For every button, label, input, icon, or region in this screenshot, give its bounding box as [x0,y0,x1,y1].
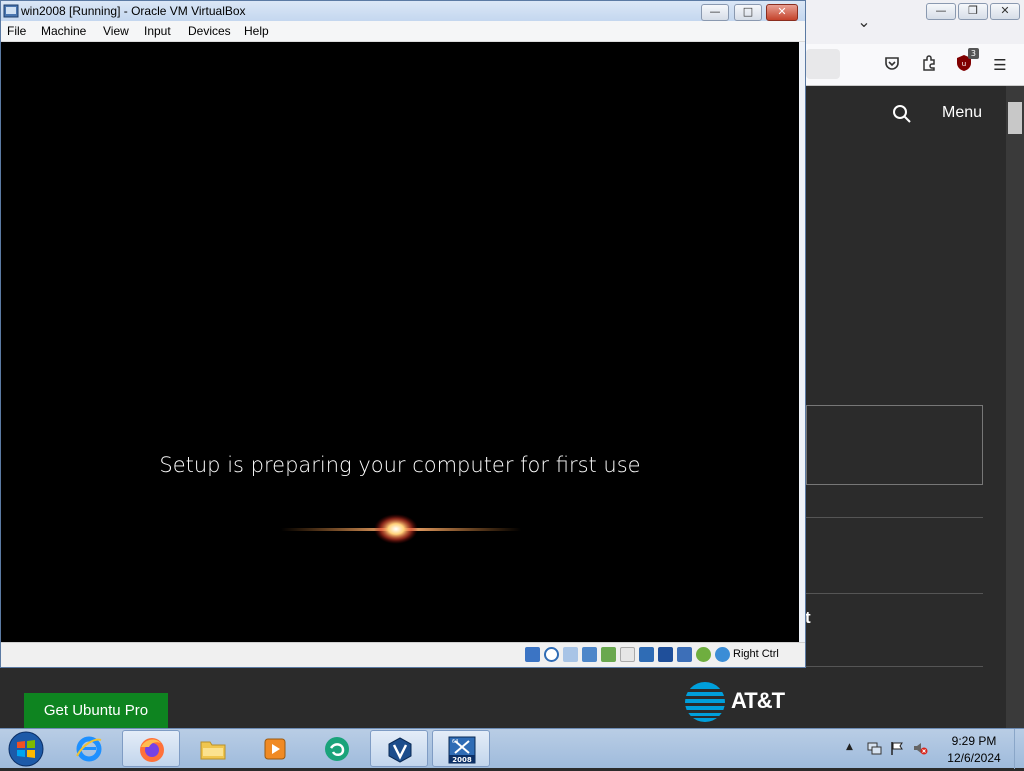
site-menu-link[interactable]: Menu [942,104,982,122]
firefox-icon [140,738,164,762]
usb-icon[interactable] [601,647,616,662]
media-player-icon [264,738,286,760]
volume-muted-icon[interactable] [912,740,928,756]
scrollbar-thumb[interactable] [1008,102,1022,134]
optical-drive-icon[interactable] [544,647,559,662]
ublock-badge-count: 3 [967,48,979,59]
host-key-label: Right Ctrl [733,648,779,660]
shared-folders-icon[interactable] [620,647,635,662]
url-bar[interactable] [806,49,840,79]
pocket-icon[interactable] [881,54,903,76]
folder-icon [200,741,226,760]
taskbar-firefox[interactable] [122,730,180,767]
storage-icon[interactable] [525,647,540,662]
att-logo-text: AT&T [731,688,785,713]
menu-help[interactable]: Help [244,24,269,38]
browser-minimize-button[interactable]: — [926,3,956,20]
audio-icon[interactable] [563,647,578,662]
show-hidden-icons-icon[interactable]: ▲ [846,742,853,752]
start-button[interactable] [4,730,48,768]
keyboard-capture-icon[interactable] [715,647,730,662]
vm-icon-label: 2008 [452,756,472,764]
menu-view[interactable]: View [103,24,129,38]
taskbar: 64 2008 ▲ 9:29 PM 12/6/2024 [0,728,1024,769]
display-icon[interactable] [639,647,654,662]
list-all-tabs-icon[interactable]: ⌄ [852,10,876,34]
window-title: win2008 [Running] - Oracle VM VirtualBox [21,4,246,18]
network-tray-icon[interactable] [866,740,882,756]
divider [806,666,983,667]
network-icon[interactable] [582,647,597,662]
taskbar-virtualbox[interactable] [370,730,428,767]
menu-file[interactable]: File [7,24,26,38]
ublock-origin-icon[interactable]: u 3 [953,48,979,76]
menu-machine[interactable]: Machine [41,24,86,38]
clock-date[interactable]: 12/6/2024 [936,751,1012,765]
vbox-titlebar[interactable]: win2008 [Running] - Oracle VM VirtualBox… [1,1,805,21]
menu-devices[interactable]: Devices [188,24,231,38]
vbox-statusbar: Right Ctrl [1,642,805,667]
menu-input[interactable]: Input [144,24,171,38]
extensions-icon[interactable] [918,54,940,76]
vbox-menubar: File Machine View Input Devices Help [1,21,805,42]
taskbar-media-player[interactable] [246,730,304,767]
vm-icon-bits: 64 [452,739,458,745]
clock-time[interactable]: 9:29 PM [936,734,1012,748]
virtualization-icon[interactable] [677,647,692,662]
vm-instance-icon: 64 2008 [448,736,476,764]
vm-display[interactable]: Setup is preparing your computer for fir… [1,42,799,642]
vbox-window-edge [799,42,805,642]
vbox-close-button[interactable]: ✕ [766,4,798,21]
setup-status-text: Setup is preparing your computer for fir… [159,453,641,477]
svg-text:u: u [962,60,966,68]
divider [806,593,983,594]
action-center-flag-icon[interactable] [889,740,905,756]
taskbar-win2008-vm[interactable]: 64 2008 [432,730,490,767]
show-desktop-button[interactable] [1014,729,1024,769]
page-scrollbar[interactable] [1006,86,1024,728]
browser-restore-button[interactable]: ❐ [958,3,988,20]
get-ubuntu-pro-button[interactable]: Get Ubuntu Pro [24,693,168,729]
att-globe-icon [685,682,725,722]
vbox-minimize-button[interactable]: — [701,4,729,21]
content-box [806,405,983,485]
taskbar-explorer[interactable] [184,730,242,767]
divider [806,517,983,518]
taskbar-app-circle[interactable] [308,730,366,767]
virtualbox-icon [388,737,412,763]
att-ad-logo[interactable]: AT&T [684,681,794,723]
internet-explorer-icon [76,736,102,762]
search-icon[interactable] [890,102,914,126]
app-circle-icon [325,737,349,761]
virtualbox-window: win2008 [Running] - Oracle VM VirtualBox… [0,0,806,668]
virtualbox-app-icon [3,4,19,18]
hamburger-menu-icon[interactable]: ☰ [989,54,1011,76]
vbox-maximize-button[interactable]: □ [734,4,762,21]
taskbar-ie[interactable] [60,730,118,767]
mouse-integration-icon[interactable] [696,647,711,662]
setup-progress-glow [281,514,521,544]
browser-close-button[interactable]: ✕ [990,3,1020,20]
video-capture-icon[interactable] [658,647,673,662]
